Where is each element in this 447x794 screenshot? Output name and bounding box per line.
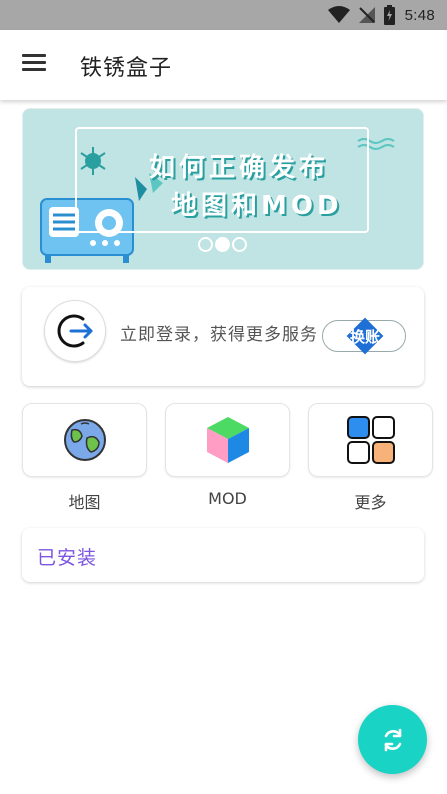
cube-icon xyxy=(206,417,249,463)
carousel-dot[interactable] xyxy=(198,237,213,252)
more-label[interactable]: 更多 xyxy=(308,489,433,513)
wifi-icon xyxy=(327,6,350,23)
globe-icon xyxy=(63,419,106,461)
switch-account-button[interactable]: 换账 xyxy=(322,317,406,355)
carousel-dot[interactable] xyxy=(232,237,247,252)
refresh-fab[interactable] xyxy=(358,705,427,774)
banner-title-line2: 地图和MOD xyxy=(171,191,343,221)
status-icons: 5:48 xyxy=(327,5,435,25)
more-tile[interactable] xyxy=(308,403,433,477)
map-tile[interactable] xyxy=(22,403,147,477)
app-bar: 铁锈盒子 xyxy=(0,30,447,100)
login-arrow-icon xyxy=(57,314,93,348)
hamburger-menu-icon[interactable] xyxy=(22,54,46,76)
switch-account-label: 换账 xyxy=(349,328,380,346)
login-prompt: 立即登录，获得更多服务 xyxy=(120,325,318,345)
status-time: 5:48 xyxy=(404,6,435,24)
mod-label[interactable]: MOD xyxy=(165,489,290,508)
status-bar: 5:48 xyxy=(0,0,447,30)
app-title: 铁锈盒子 xyxy=(80,56,173,81)
no-signal-icon xyxy=(358,7,375,23)
map-label[interactable]: 地图 xyxy=(22,489,147,513)
banner-title-line1: 如何正确发布 xyxy=(149,153,330,183)
login-avatar[interactable] xyxy=(44,300,106,362)
grid-icon xyxy=(346,416,395,464)
battery-charging-icon xyxy=(383,5,395,25)
login-card[interactable]: 立即登录，获得更多服务 换账 xyxy=(22,287,424,386)
refresh-icon xyxy=(384,728,401,751)
mod-tile[interactable] xyxy=(165,403,290,477)
switch-account-badge: 换账 xyxy=(346,317,384,355)
installed-label: 已安装 xyxy=(37,547,98,569)
installed-card[interactable]: 已安装 xyxy=(22,528,424,582)
carousel-indicator xyxy=(198,237,247,252)
banner-carousel[interactable]: 如何正确发布 地图和MOD xyxy=(22,108,424,270)
carousel-dot-active[interactable] xyxy=(215,237,230,252)
